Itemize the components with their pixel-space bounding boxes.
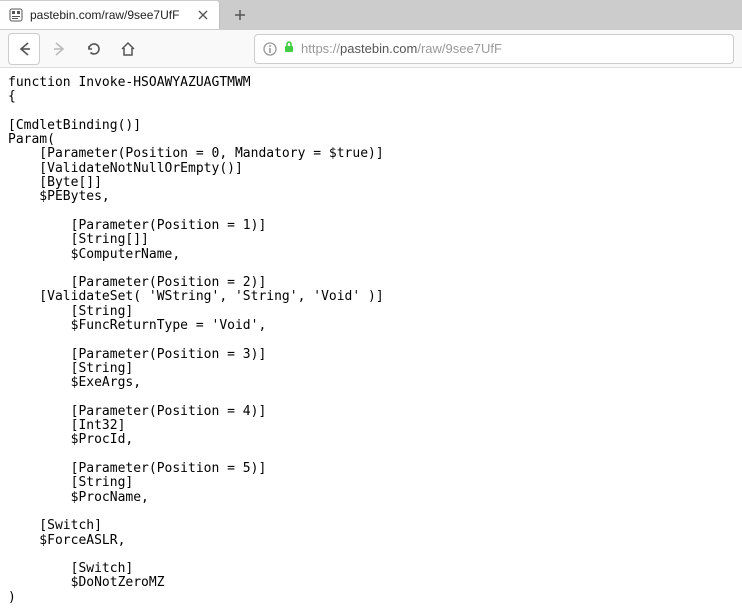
back-button[interactable] <box>8 33 40 65</box>
home-button[interactable] <box>114 35 142 63</box>
forward-button <box>46 35 74 63</box>
plus-icon <box>233 8 247 22</box>
tab-title: pastebin.com/raw/9see7UfF <box>30 8 189 22</box>
tab-strip: pastebin.com/raw/9see7UfF <box>0 0 742 30</box>
arrow-left-icon <box>16 41 32 57</box>
page-content: function Invoke-HSOAWYAZUAGTMWM { [Cmdle… <box>0 68 742 613</box>
tab-close-button[interactable] <box>195 7 211 23</box>
browser-tab[interactable]: pastebin.com/raw/9see7UfF <box>0 1 220 29</box>
new-tab-button[interactable] <box>226 3 254 27</box>
reload-button[interactable] <box>80 35 108 63</box>
arrow-right-icon <box>52 41 68 57</box>
info-icon[interactable] <box>263 42 277 56</box>
lock-icon[interactable] <box>283 41 295 56</box>
close-icon <box>198 10 208 20</box>
reload-icon <box>86 41 102 57</box>
url-text: https://pastebin.com/raw/9see7UfF <box>301 41 502 56</box>
home-icon <box>120 41 136 57</box>
pastebin-favicon-icon <box>8 7 24 23</box>
toolbar: https://pastebin.com/raw/9see7UfF <box>0 30 742 68</box>
url-bar[interactable]: https://pastebin.com/raw/9see7UfF <box>254 34 734 64</box>
